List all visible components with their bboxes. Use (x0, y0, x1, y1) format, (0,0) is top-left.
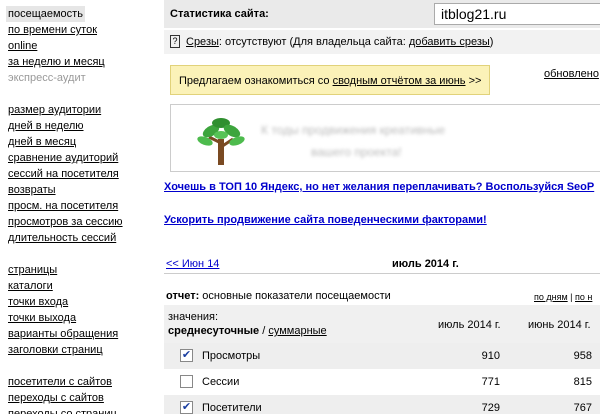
sidebar-item-page-titles[interactable]: заголовки страниц (8, 342, 118, 358)
values-selector: значения: среднесуточные / суммарные (168, 310, 327, 338)
sidebar-item-catalogs[interactable]: каталоги (8, 278, 118, 294)
values-label: значения: (168, 311, 219, 323)
report-granularity: по дням | по н (534, 292, 592, 302)
sidebar-item-week-month[interactable]: за неделю и месяц (8, 54, 105, 70)
table-row: Сессии 771 815 (164, 369, 600, 395)
site-stats-label: Статистика сайта: (170, 8, 269, 20)
month-navigation: << Июн 14 июль 2014 г. (164, 256, 600, 274)
stats-table: значения: среднесуточные / суммарные июл… (164, 305, 600, 414)
sidebar-item-attendance[interactable]: посещаемость (6, 6, 85, 22)
slices-text: Срезы: отсутствуют (Для владельца сайта:… (186, 36, 493, 48)
granularity-sep: | (567, 292, 576, 302)
banner-blurred-text-1: К тоды продвижения креативные (261, 123, 446, 137)
daily-mode-label: среднесуточные (168, 325, 260, 337)
sidebar-item-days-per-week[interactable]: дней в неделю (8, 118, 123, 134)
main-content: Статистика сайта: ? Срезы: отсутствуют (… (164, 0, 600, 414)
notice-text: Предлагаем ознакомиться со сводным отчёт… (179, 75, 481, 87)
sidebar-item-transitions-from-sites[interactable]: переходы с сайтов (8, 390, 117, 406)
tree-icon (197, 118, 245, 165)
sidebar-item-exit-points[interactable]: точки выхода (8, 310, 118, 326)
column-header-july: июль 2014 г. (438, 319, 501, 331)
sidebar-group-referrers: посетители с сайтов переходы с сайтов пе… (8, 374, 117, 414)
mode-slash: / (259, 325, 269, 337)
by-days-link[interactable]: по дням (534, 292, 568, 302)
values-mode: среднесуточные / суммарные (168, 324, 327, 338)
updated-link[interactable]: обновлено (544, 68, 599, 80)
sidebar-item-by-time-of-day[interactable]: по времени суток (8, 22, 105, 38)
sidebar-item-pages[interactable]: страницы (8, 262, 118, 278)
row-label-visitors: Посетители (202, 402, 262, 414)
row-label-views: Просмотры (202, 350, 261, 362)
by-weeks-link[interactable]: по н (575, 292, 592, 302)
site-stats-bar: Статистика сайта: (164, 0, 600, 28)
slices-link[interactable]: Срезы (186, 36, 219, 48)
report-name: основные показатели посещаемости (199, 290, 391, 302)
summary-report-link[interactable]: сводным отчётом за июнь (333, 75, 466, 87)
promo-link-top10[interactable]: Хочешь в ТОП 10 Яндекс, но нет желания п… (164, 181, 594, 193)
question-icon[interactable]: ? (170, 35, 180, 48)
sidebar-group-traffic: посещаемость по времени суток online за … (6, 6, 105, 86)
summary-report-notice: Предлагаем ознакомиться со сводным отчёт… (170, 65, 490, 95)
row-value-july: 910 (481, 350, 500, 362)
sidebar-group-pages: страницы каталоги точки входа точки выхо… (8, 262, 118, 358)
report-label: отчет: (166, 290, 200, 302)
slices-close-paren: ) (489, 36, 494, 48)
checkbox-visitors[interactable]: ✔ (180, 401, 193, 414)
sidebar-item-request-variants[interactable]: варианты обращения (8, 326, 118, 342)
site-input[interactable] (434, 3, 600, 25)
sidebar-item-views-per-visitor[interactable]: просм. на посетителя (8, 198, 123, 214)
sidebar-nav: посещаемость по времени суток online за … (0, 0, 158, 414)
sidebar-item-views-per-session[interactable]: просмотров за сессию (8, 214, 123, 230)
row-value-june: 815 (573, 376, 592, 388)
ad-banner[interactable]: К тоды продвижения креативные вашего про… (170, 104, 600, 172)
sidebar-item-session-duration[interactable]: длительность сессий (8, 230, 123, 246)
sidebar-item-transitions-from-pages[interactable]: переходы со страниц (8, 406, 117, 414)
slices-status: : отсутствуют (Для владельца сайта: (218, 36, 409, 48)
table-row: ✔ Посетители 729 767 (164, 395, 600, 414)
prev-month-link[interactable]: << Июн 14 (166, 258, 219, 270)
promo-link-behavioral[interactable]: Ускорить продвижение сайта поведенческим… (164, 214, 487, 226)
current-month-label: июль 2014 г. (392, 258, 459, 270)
checkbox-sessions[interactable] (180, 375, 193, 388)
row-value-july: 771 (481, 376, 500, 388)
slices-bar: ? Срезы: отсутствуют (Для владельца сайт… (164, 30, 600, 54)
banner-blurred-text-2: вашего проекта! (311, 145, 402, 159)
sidebar-item-audience-compare[interactable]: сравнение аудиторий (8, 150, 123, 166)
row-value-july: 729 (481, 402, 500, 414)
report-title: отчет: основные показатели посещаемости (166, 290, 391, 302)
sidebar-item-returns[interactable]: возвраты (8, 182, 123, 198)
sidebar-item-audience-size[interactable]: размер аудитории (8, 102, 123, 118)
total-mode-link[interactable]: суммарные (268, 325, 326, 337)
table-row: ✔ Просмотры 910 958 (164, 343, 600, 369)
table-header: значения: среднесуточные / суммарные июл… (164, 305, 600, 343)
column-header-june: июнь 2014 г. (528, 319, 591, 331)
notice-suffix: >> (465, 75, 482, 87)
sidebar-item-express-audit: экспресс-аудит (8, 72, 86, 84)
sidebar-item-visitors-from-sites[interactable]: посетители с сайтов (8, 374, 117, 390)
row-value-june: 958 (573, 350, 592, 362)
row-label-sessions: Сессии (202, 376, 240, 388)
row-value-june: 767 (573, 402, 592, 414)
sidebar-item-entry-points[interactable]: точки входа (8, 294, 118, 310)
sidebar-item-online[interactable]: online (8, 38, 105, 54)
notice-prefix: Предлагаем ознакомиться со (179, 75, 333, 87)
sidebar-item-days-per-month[interactable]: дней в месяц (8, 134, 123, 150)
checkbox-views[interactable]: ✔ (180, 349, 193, 362)
add-slices-link[interactable]: добавить срезы (409, 36, 490, 48)
sidebar-item-sessions-per-visitor[interactable]: сессий на посетителя (8, 166, 123, 182)
sidebar-group-audience: размер аудитории дней в неделю дней в ме… (8, 102, 123, 246)
